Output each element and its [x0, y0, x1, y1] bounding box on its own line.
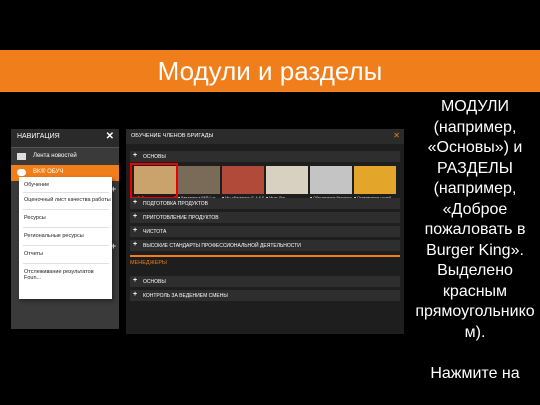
- nav-dropdown-menu: Обучение Оценочный лист качества работы …: [19, 177, 112, 299]
- panel-header-label: ОБУЧЕНИЕ ЧЛЕНОВ БРИГАДЫ: [131, 133, 214, 139]
- navigation-panel: НАВИГАЦИЯ ✕ Лента новостей BK® ОБУЧ + + …: [11, 129, 119, 329]
- divider: [23, 209, 109, 210]
- module-label: ОСНОВЫ: [143, 279, 166, 285]
- nav-item-label: Лента новостей: [33, 153, 77, 159]
- plus-icon: +: [133, 291, 138, 298]
- side-text-content: МОДУЛИ (например, «Основы») и РАЗДЕЛЫ (н…: [415, 98, 535, 382]
- plus-icon: +: [133, 152, 138, 159]
- module-row[interactable]: + ЧИСТОТА: [130, 226, 400, 237]
- module-row[interactable]: + ВЫСОКИЕ СТАНДАРТЫ ПРОФЕССИОНАЛЬНОЙ ДЕЯ…: [130, 240, 400, 251]
- menu-item-resources[interactable]: Ресурсы: [24, 215, 46, 221]
- module-row[interactable]: + ОСНОВЫ: [130, 276, 400, 287]
- bk-logo-icon: [17, 169, 26, 176]
- module-label: ПРИГОТОВЛЕНИЕ ПРОДУКТОВ: [143, 215, 219, 221]
- collapse-icon[interactable]: ✕: [393, 131, 400, 140]
- slide-title: Модули и разделы: [157, 56, 383, 86]
- plus-icon: +: [133, 277, 138, 284]
- module-label: ЧИСТОТА: [143, 229, 167, 235]
- section-card-thumbnail[interactable]: [310, 166, 352, 194]
- section-card-thumbnail[interactable]: [354, 166, 396, 194]
- nav-item-label: BK® ОБУЧ: [33, 169, 64, 175]
- module-label: КОНТРОЛЬ ЗА ВЕДЕНИЕМ СМЕНЫ: [143, 293, 228, 299]
- menu-item-tracking[interactable]: Отслеживание результатов Foun...: [24, 269, 112, 281]
- section-card-thumbnail[interactable]: [222, 166, 264, 194]
- module-osnovy[interactable]: + ОСНОВЫ: [130, 151, 400, 162]
- nav-item-news-feed[interactable]: Лента новостей: [11, 149, 119, 165]
- module-label: ВЫСОКИЕ СТАНДАРТЫ ПРОФЕССИОНАЛЬНОЙ ДЕЯТЕ…: [143, 243, 301, 249]
- module-label: ПОДГОТОВКА ПРОДУКТОВ: [143, 201, 208, 207]
- divider: [23, 192, 109, 193]
- menu-item-reports[interactable]: Отчеты: [24, 251, 43, 257]
- section-divider: [130, 255, 400, 257]
- section-card-thumbnail[interactable]: [266, 166, 308, 194]
- module-label: ОСНОВЫ: [143, 154, 166, 160]
- highlight-rectangle: [130, 163, 178, 199]
- plus-icon: +: [133, 213, 138, 220]
- section-label: МЕНЕДЖЕРЫ: [130, 260, 167, 266]
- close-icon[interactable]: ✕: [106, 131, 114, 142]
- divider: [23, 263, 109, 264]
- plus-icon: +: [133, 241, 138, 248]
- plus-icon: +: [133, 227, 138, 234]
- menu-item-regional-resources[interactable]: Региональные ресурсы: [24, 233, 84, 239]
- divider: [23, 227, 109, 228]
- menu-item-training[interactable]: Обучение: [24, 182, 49, 188]
- plus-icon: +: [133, 199, 138, 206]
- nav-header: НАВИГАЦИЯ ✕: [11, 129, 119, 148]
- module-row[interactable]: + ПОДГОТОВКА ПРОДУКТОВ: [130, 198, 400, 209]
- menu-item-evaluation[interactable]: Оценочный лист качества работы: [24, 197, 111, 203]
- module-row[interactable]: + КОНТРОЛЬ ЗА ВЕДЕНИЕМ СМЕНЫ: [130, 290, 400, 301]
- module-row[interactable]: + ПРИГОТОВЛЕНИЕ ПРОДУКТОВ: [130, 212, 400, 223]
- slide-side-text: МОДУЛИ (например, «Основы») и РАЗДЕЛЫ (н…: [410, 97, 540, 384]
- news-icon: [17, 153, 26, 160]
- nav-header-label: НАВИГАЦИЯ: [17, 133, 60, 140]
- divider: [23, 245, 109, 246]
- panel-header: ОБУЧЕНИЕ ЧЛЕНОВ БРИГАДЫ ✕: [126, 129, 404, 144]
- training-panel: ОБУЧЕНИЕ ЧЛЕНОВ БРИГАДЫ ✕ + ОСНОВЫ ■ Доб…: [126, 129, 404, 334]
- section-card-thumbnail[interactable]: [178, 166, 220, 194]
